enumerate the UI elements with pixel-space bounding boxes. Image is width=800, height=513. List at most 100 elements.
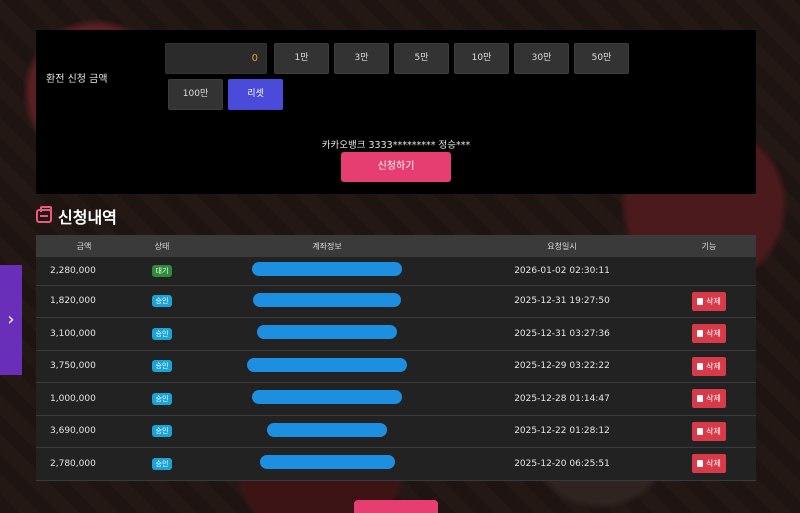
trash-icon [697, 395, 704, 403]
redaction-mark [247, 357, 407, 372]
redaction-mark [253, 292, 401, 307]
row-account-redacted [192, 448, 462, 481]
redaction-mark [259, 455, 395, 470]
row-status: 대기 [132, 257, 192, 285]
row-action: 삭제 [662, 318, 756, 351]
table-row: 1,000,000 승인 2025-12-28 01:14:47 삭제 [36, 382, 756, 416]
reset-button[interactable]: 리셋 [228, 79, 283, 110]
row-action: 삭제 [662, 285, 756, 318]
row-status: 승인 [132, 448, 192, 481]
row-action: 삭제 [662, 415, 756, 448]
exchange-form-panel: 환전 신청 금액 0 1만 3만 5만 10만 30만 50만 100만 리셋 … [36, 30, 756, 194]
delete-button[interactable]: 삭제 [692, 454, 726, 474]
row-action: 삭제 [662, 383, 756, 416]
delete-button[interactable]: 삭제 [692, 421, 726, 441]
trash-icon [697, 297, 704, 305]
submit-button[interactable]: 신청하기 [341, 152, 451, 182]
row-datetime: 2025-12-28 01:14:47 [514, 393, 610, 404]
bank-account-info: 카카오뱅크 3333********* 정승*** [321, 140, 471, 151]
trash-icon [697, 460, 704, 468]
chip-5man[interactable]: 5만 [394, 43, 449, 74]
delete-button[interactable]: 삭제 [692, 291, 726, 311]
row-datetime: 2025-12-31 19:27:50 [514, 296, 610, 307]
col-status: 상태 [154, 241, 170, 251]
row-account-redacted [192, 285, 462, 318]
row-amount: 1,820,000 [50, 296, 96, 307]
row-datetime: 2026-01-02 02:30:11 [514, 265, 610, 276]
delete-button[interactable]: 삭제 [692, 356, 726, 376]
status-badge: 승인 [151, 425, 173, 438]
status-badge: 승인 [151, 457, 173, 470]
status-badge: 승인 [151, 360, 173, 373]
trash-icon [697, 362, 704, 370]
table-row: 3,750,000 승인 2025-12-29 03:22:22 삭제 [36, 350, 756, 383]
table-row: 3,690,000 승인 2025-12-22 01:28:12 삭제 [36, 415, 756, 448]
row-datetime: 2025-12-31 03:27:36 [514, 328, 610, 339]
delete-button[interactable]: 삭제 [692, 389, 726, 409]
trash-icon [697, 330, 704, 338]
delete-label: 삭제 [706, 329, 721, 339]
row-status: 승인 [132, 350, 192, 383]
table-header-row: 금액 상태 계좌정보 요청일시 기능 [36, 235, 756, 257]
history-table: 금액 상태 계좌정보 요청일시 기능 2,280,000 대기 2026-01-02… [36, 235, 756, 481]
row-account-redacted [192, 257, 462, 285]
row-account-redacted [192, 350, 462, 383]
table-row: 3,100,000 승인 2025-12-31 03:27:36 삭제 [36, 317, 756, 351]
wallet-icon [36, 206, 52, 223]
row-account-redacted [192, 415, 462, 448]
row-account-redacted [192, 383, 462, 416]
history-title: 신청내역 [58, 208, 117, 227]
redaction-mark [267, 422, 387, 437]
chip-50man[interactable]: 50만 [574, 43, 629, 74]
delete-label: 삭제 [706, 361, 721, 371]
row-status: 승인 [132, 285, 192, 318]
row-amount: 2,780,000 [50, 458, 96, 469]
row-amount: 3,690,000 [50, 426, 96, 437]
row-amount: 3,750,000 [50, 361, 96, 372]
history-header: 신청내역 [36, 204, 117, 228]
chip-3man[interactable]: 3만 [334, 43, 389, 74]
row-amount: 3,100,000 [50, 328, 96, 339]
chip-100man[interactable]: 100만 [168, 79, 223, 110]
delete-label: 삭제 [706, 426, 721, 436]
row-datetime: 2025-12-22 01:28:12 [514, 426, 610, 437]
side-menu-toggle[interactable]: › [0, 265, 22, 375]
row-action: 삭제 [662, 350, 756, 383]
status-badge: 승인 [151, 295, 173, 308]
row-action [662, 257, 756, 285]
row-amount: 1,000,000 [50, 393, 96, 404]
chip-30man[interactable]: 30만 [514, 43, 569, 74]
col-account: 계좌정보 [312, 241, 342, 251]
amount-label: 환전 신청 금액 [46, 74, 108, 85]
chevron-right-icon: › [7, 309, 15, 330]
redaction-mark [252, 262, 402, 277]
redaction-mark [257, 325, 397, 340]
col-datetime: 요청일시 [547, 241, 577, 251]
table-row: 2,780,000 승인 2025-12-20 06:25:51 삭제 [36, 447, 756, 481]
chip-1man[interactable]: 1만 [274, 43, 329, 74]
table-row: 2,280,000 대기 2026-01-02 02:30:11 [36, 257, 756, 285]
bottom-action-button[interactable] [354, 500, 438, 513]
row-datetime: 2025-12-20 06:25:51 [514, 458, 610, 469]
row-action: 삭제 [662, 448, 756, 481]
row-account-redacted [192, 318, 462, 351]
col-amount: 금액 [76, 241, 92, 251]
delete-button[interactable]: 삭제 [692, 324, 726, 344]
trash-icon [697, 427, 704, 435]
row-datetime: 2025-12-29 03:22:22 [514, 361, 610, 372]
status-badge: 승인 [151, 327, 173, 340]
delete-label: 삭제 [706, 394, 721, 404]
redaction-mark [252, 390, 402, 405]
status-badge: 승인 [151, 392, 173, 405]
delete-label: 삭제 [706, 296, 721, 306]
table-row: 1,820,000 승인 2025-12-31 19:27:50 삭제 [36, 285, 756, 318]
chip-10man[interactable]: 10만 [454, 43, 509, 74]
row-amount: 2,280,000 [50, 265, 96, 276]
delete-label: 삭제 [706, 459, 721, 469]
col-action: 기능 [701, 241, 717, 251]
row-status: 승인 [132, 318, 192, 351]
status-badge: 대기 [151, 264, 173, 277]
row-status: 승인 [132, 415, 192, 448]
amount-input[interactable]: 0 [165, 43, 267, 74]
row-status: 승인 [132, 383, 192, 416]
